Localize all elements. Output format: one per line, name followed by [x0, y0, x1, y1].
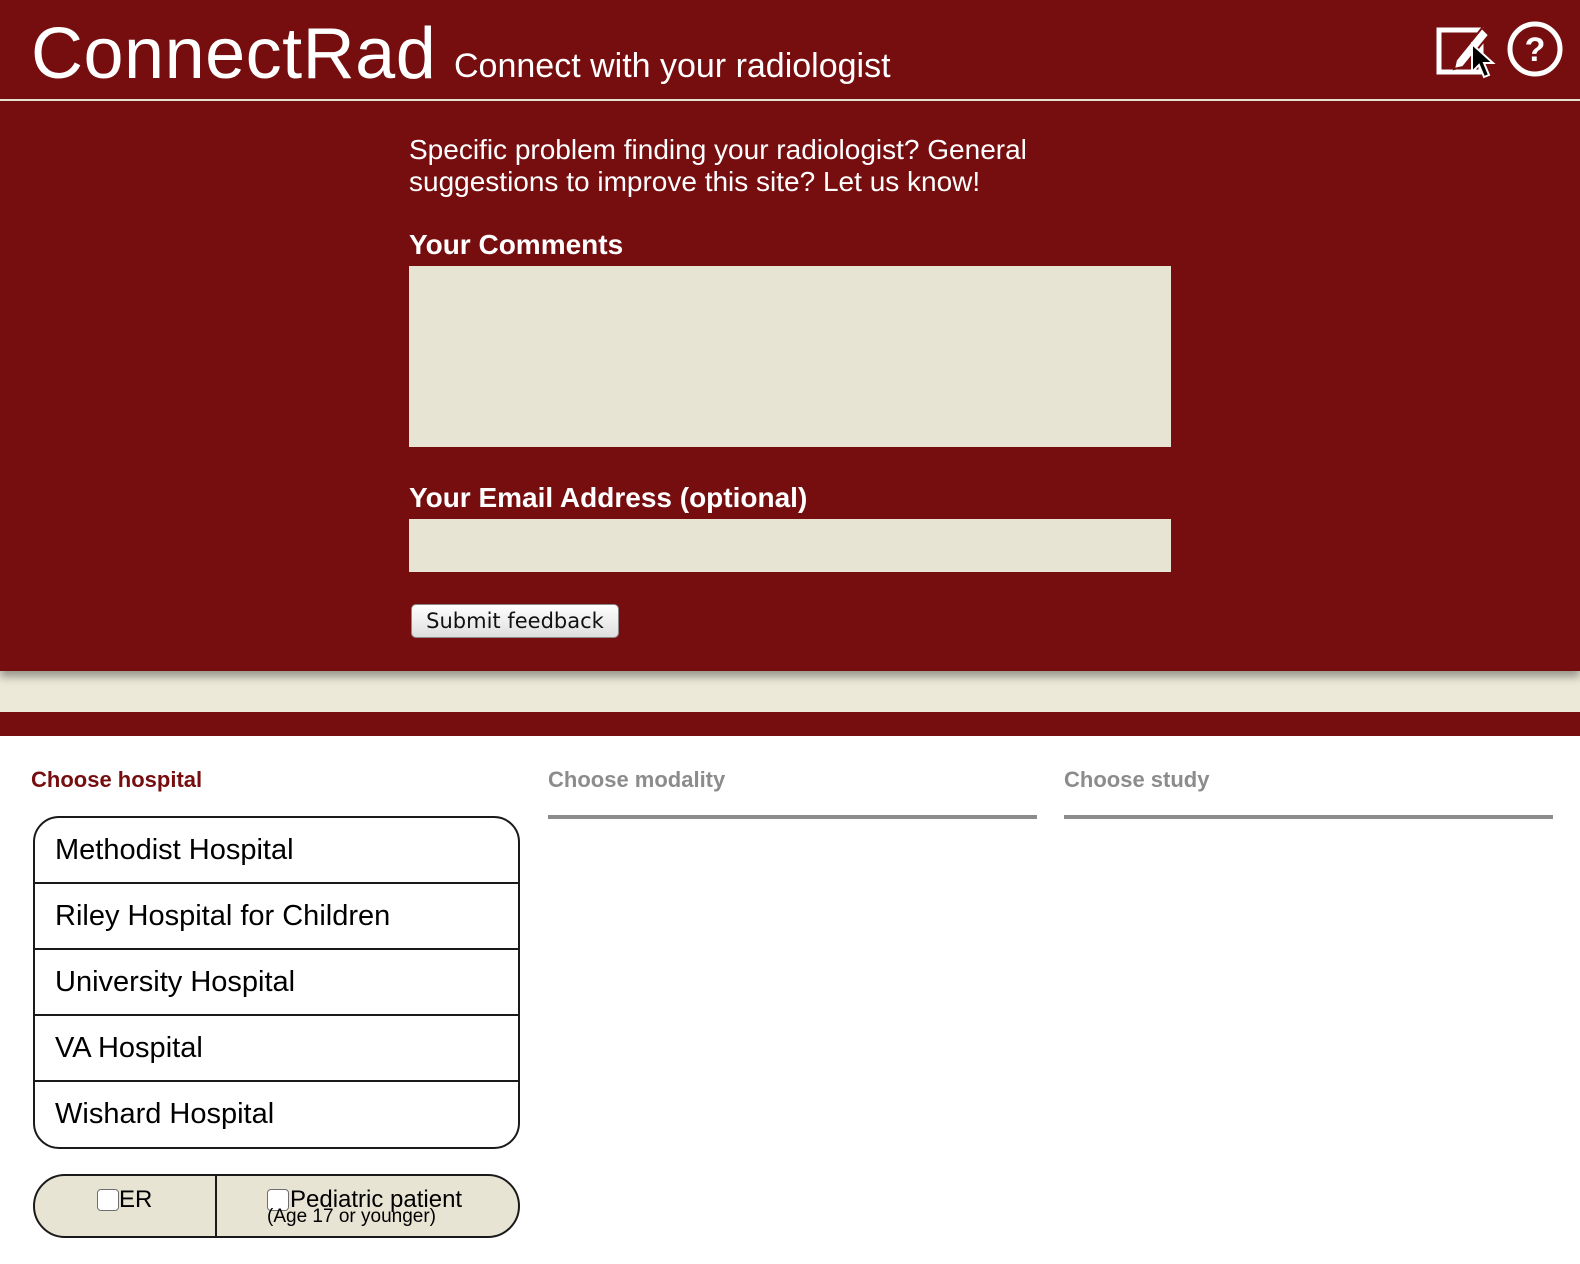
- feedback-panel: Specific problem finding your radiologis…: [0, 101, 1580, 671]
- pediatric-sublabel: (Age 17 or younger): [267, 1206, 436, 1227]
- hospital-item-wishard[interactable]: Wishard Hospital: [35, 1082, 518, 1147]
- app-header: ConnectRad Connect with your radiologist…: [0, 0, 1580, 100]
- er-checkbox[interactable]: [97, 1189, 119, 1211]
- comments-textarea[interactable]: [409, 266, 1171, 447]
- feedback-intro: Specific problem finding your radiologis…: [409, 134, 1027, 197]
- email-label: Your Email Address (optional): [409, 482, 808, 513]
- email-field[interactable]: [409, 519, 1171, 572]
- app-logo[interactable]: ConnectRad: [31, 14, 436, 94]
- modality-divider: [548, 815, 1037, 819]
- hospital-item-university[interactable]: University Hospital: [35, 950, 518, 1016]
- section-divider-bar: [0, 712, 1580, 736]
- comments-label: Your Comments: [409, 229, 624, 260]
- patient-filter-bar: ER Pediatric patient (Age 17 or younger): [33, 1174, 520, 1238]
- hospital-item-methodist[interactable]: Methodist Hospital: [35, 818, 518, 884]
- svg-text:?: ?: [1525, 31, 1546, 69]
- help-icon[interactable]: ?: [1506, 20, 1564, 78]
- choose-study-heading: Choose study: [1064, 767, 1210, 792]
- hospital-item-va[interactable]: VA Hospital: [35, 1016, 518, 1082]
- er-filter-toggle[interactable]: ER: [35, 1176, 217, 1236]
- feedback-edit-icon[interactable]: [1436, 22, 1492, 78]
- panel-shadow-strip: [0, 671, 1580, 712]
- er-label: ER: [119, 1186, 153, 1213]
- hospital-list: Methodist Hospital Riley Hospital for Ch…: [33, 816, 520, 1149]
- pediatric-filter-toggle[interactable]: Pediatric patient (Age 17 or younger): [217, 1176, 518, 1236]
- choose-modality-heading: Choose modality: [548, 767, 726, 792]
- app-tagline: Connect with your radiologist: [454, 47, 891, 85]
- hospital-item-riley[interactable]: Riley Hospital for Children: [35, 884, 518, 950]
- study-divider: [1064, 815, 1553, 819]
- choose-hospital-heading: Choose hospital: [31, 767, 203, 792]
- submit-feedback-button[interactable]: Submit feedback: [411, 604, 619, 638]
